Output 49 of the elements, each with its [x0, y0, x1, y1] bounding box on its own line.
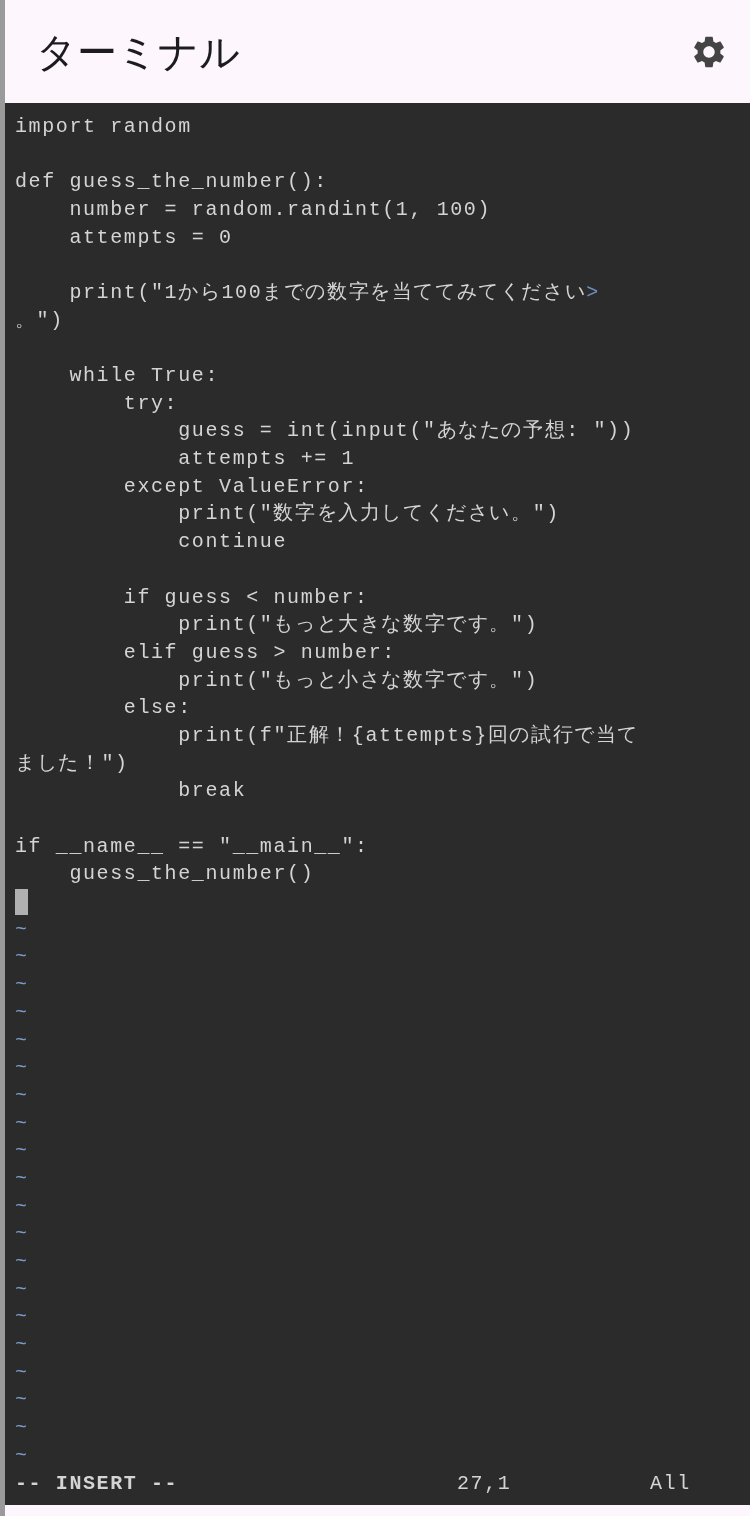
empty-line-marker: ~	[15, 1055, 29, 1082]
empty-line-marker: ~	[15, 1276, 29, 1303]
empty-line-marker: ~	[15, 1442, 29, 1469]
empty-line-marker: ~	[15, 944, 29, 971]
empty-line-marker: ~	[15, 1304, 29, 1331]
text-cursor	[15, 889, 28, 916]
code-line: attempts = 0	[68, 224, 233, 251]
code-line: try:	[122, 390, 179, 417]
empty-line-marker: ~	[15, 1387, 29, 1414]
code-line: continue	[177, 529, 288, 556]
empty-line-marker: ~	[15, 999, 29, 1026]
empty-line-marker: ~	[15, 1249, 29, 1276]
empty-line-marker: ~	[15, 916, 29, 943]
code-line: def guess_the_number():	[15, 169, 328, 196]
empty-line-marker: ~	[15, 1193, 29, 1220]
code-line: while True:	[68, 363, 220, 390]
cursor-position: 27,1	[457, 1471, 513, 1498]
empty-line-marker: ~	[15, 1415, 29, 1442]
code-line: ました！")	[15, 750, 129, 777]
empty-line-marker: ~	[15, 1359, 29, 1386]
code-line: print(f"正解！{attempts}回の試行で当て	[177, 722, 640, 749]
code-line: number = random.randint(1, 100)	[68, 196, 492, 223]
code-line: attempts += 1	[177, 446, 356, 473]
code-line: print("もっと大きな数字です。")	[177, 612, 539, 639]
empty-line-marker: ~	[15, 1221, 29, 1248]
code-line: break	[177, 778, 247, 805]
empty-line-marker: ~	[15, 1082, 29, 1109]
mode-indicator: -- INSERT --	[15, 1471, 180, 1498]
empty-line-marker: ~	[15, 972, 29, 999]
code-line: if guess < number:	[122, 584, 369, 611]
empty-line-marker: ~	[15, 1165, 29, 1192]
empty-line-marker: ~	[15, 1138, 29, 1165]
code-line: guess = int(input("あなたの予想: "))	[177, 418, 635, 445]
code-line: 。")	[15, 307, 64, 334]
code-line: print("1から100までの数字を当ててみてください	[68, 279, 587, 306]
code-line: print("もっと小さな数字です。")	[177, 667, 539, 694]
code-line: print("数字を入力してください。")	[177, 501, 560, 528]
empty-line-marker: ~	[15, 1332, 29, 1359]
code-line: import random	[15, 113, 192, 140]
scroll-position: All	[650, 1471, 691, 1498]
code-line: elif guess > number:	[122, 639, 396, 666]
code-line: else:	[122, 695, 192, 722]
code-line: guess_the_number()	[68, 861, 315, 888]
code-line: except ValueError:	[122, 473, 369, 500]
wrap-marker: >	[586, 279, 600, 306]
empty-line-marker: ~	[15, 1027, 29, 1054]
empty-line-marker: ~	[15, 1110, 29, 1137]
app-title: ターミナル	[36, 28, 240, 76]
code-line: if __name__ == "__main__":	[15, 833, 369, 860]
